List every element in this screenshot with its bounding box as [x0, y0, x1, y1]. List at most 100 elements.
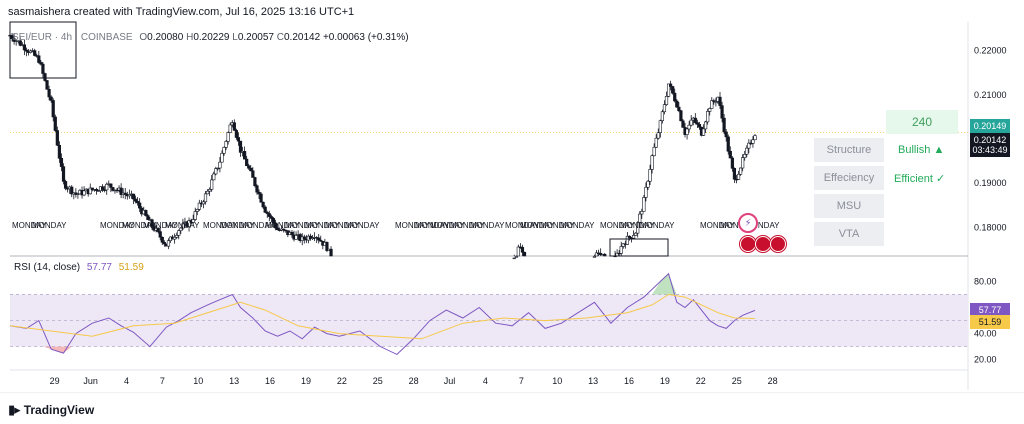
candle-body	[658, 120, 662, 133]
candle-body	[685, 128, 689, 135]
candle-body	[644, 186, 648, 198]
time-tick-label: 7	[519, 376, 524, 386]
candle-body	[701, 128, 706, 136]
rsi-band	[10, 294, 968, 347]
candle-body	[656, 132, 660, 139]
candle-body	[741, 157, 745, 169]
structure-status: Bullish ▲	[898, 144, 945, 156]
candle-body	[146, 215, 150, 220]
rsi-legend: RSI (14, close) 57.77 51.59	[14, 262, 144, 273]
candle-body	[51, 100, 55, 118]
candle-body	[263, 206, 267, 213]
candle-body	[49, 96, 53, 101]
candle-body	[238, 140, 243, 153]
candle-body	[294, 235, 298, 240]
candle-body	[329, 248, 333, 257]
vta-label: VTA	[814, 222, 884, 246]
candle-body	[226, 132, 230, 142]
candle-body	[61, 166, 66, 182]
session-label: MONDAY	[32, 221, 67, 230]
us-flag-icon[interactable]	[740, 236, 756, 252]
candle-body	[718, 96, 722, 106]
time-tick-label: 19	[660, 376, 670, 386]
candle-body	[234, 130, 238, 138]
candle-body	[193, 211, 197, 220]
candle-body	[203, 193, 208, 203]
close-value: 0.20142	[284, 32, 321, 43]
high-value: 0.20229	[193, 32, 230, 43]
candle-body	[631, 235, 636, 239]
candle-body	[677, 106, 681, 111]
candle-body	[317, 237, 321, 241]
candle-body	[158, 231, 162, 238]
rsi-legend-ma: 51.59	[118, 262, 144, 273]
session-label: MONDAY	[345, 221, 380, 230]
time-tick-label: 13	[588, 376, 598, 386]
candle-body	[669, 83, 673, 87]
msu-label: MSU	[814, 194, 884, 218]
candle-body	[131, 193, 136, 200]
candle-body	[603, 253, 607, 257]
candle-body	[697, 124, 702, 128]
rsi-tick-label: 20.00	[974, 355, 997, 365]
us-flag-icon[interactable]	[755, 236, 771, 252]
candle-body	[753, 135, 757, 141]
candle-body	[675, 100, 679, 108]
time-tick-label: 10	[552, 376, 562, 386]
candle-body	[743, 154, 747, 158]
candle-body	[245, 158, 249, 167]
time-tick-label: 4	[124, 376, 129, 386]
level-price-tag: 0.20149	[970, 119, 1010, 133]
structure-label: Structure	[814, 138, 884, 162]
time-tick-label: 16	[624, 376, 634, 386]
candle-body	[704, 121, 708, 130]
candle-body	[512, 257, 516, 260]
tv-logo-icon: ▮▸	[8, 402, 21, 417]
tradingview-logo[interactable]: ▮▸ TradingView	[8, 402, 94, 418]
open-value: 0.20080	[147, 32, 184, 43]
candle-body	[101, 186, 105, 191]
open-label: O	[139, 32, 148, 43]
price-tick-label: 0.19000	[974, 178, 1007, 188]
candle-body	[652, 146, 656, 157]
symbol-label: SEI/EUR · 4h · COINBASE	[12, 32, 133, 43]
candle-body	[259, 193, 263, 203]
candle-body	[745, 147, 749, 155]
candle-body	[689, 119, 693, 126]
lightning-event-icon[interactable]: ⚡	[738, 213, 758, 233]
candle-body	[57, 144, 61, 159]
candle-body	[160, 236, 164, 243]
candle-body	[222, 147, 226, 154]
candle-body	[138, 202, 142, 209]
candle-body	[22, 44, 27, 51]
footer-border	[0, 392, 1024, 393]
candle-body	[45, 80, 49, 90]
close-label: C	[276, 32, 284, 43]
rsi-overbought-fill	[652, 273, 677, 295]
candle-body	[640, 211, 644, 215]
time-tick-label: Jul	[444, 376, 456, 386]
candle-body	[736, 173, 741, 180]
candle-body	[302, 236, 306, 240]
candle-body	[660, 111, 664, 121]
created-by-caption: sasmaishera created with TradingView.com…	[8, 6, 355, 18]
candle-body	[255, 185, 259, 193]
time-tick-label: 29	[50, 376, 60, 386]
candle-body	[520, 247, 525, 253]
efficiency-label: Effeciency	[814, 166, 884, 190]
candle-body	[681, 120, 685, 128]
low-value: 0.20057	[237, 32, 274, 43]
rsi-legend-name: RSI (14, close)	[14, 262, 81, 273]
candle-body	[195, 209, 199, 212]
candle-body	[693, 117, 697, 123]
score-box: 240	[886, 110, 958, 134]
us-flag-icon[interactable]	[770, 236, 786, 252]
session-label: MONDAY	[640, 221, 675, 230]
price-tick-label: 0.18000	[974, 222, 1007, 232]
rsi-tick-label: 80.00	[974, 277, 997, 287]
candle-body	[224, 141, 228, 148]
candle-body	[63, 181, 68, 189]
candle-body	[109, 183, 113, 188]
candle-body	[648, 169, 652, 182]
efficiency-status: Efficient ✓	[894, 173, 946, 185]
